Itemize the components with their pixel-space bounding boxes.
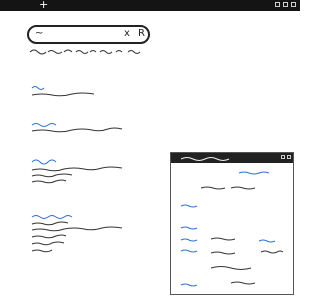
result-1-title <box>31 86 45 90</box>
minimize-icon[interactable] <box>281 155 285 159</box>
panel-sketch <box>180 157 284 287</box>
result-3-title <box>31 159 57 165</box>
microphone-icon[interactable]: R <box>138 28 145 39</box>
nav-tabs-row <box>29 49 141 55</box>
knowledge-panel-titlebar <box>171 153 293 163</box>
result-2-snippet <box>31 127 123 133</box>
browser-tab-bar: + <box>0 0 300 11</box>
close-icon[interactable] <box>287 155 291 159</box>
new-tab-button[interactable]: + <box>39 0 48 11</box>
knowledge-panel <box>170 152 294 295</box>
result-4-title <box>31 215 73 219</box>
close-icon[interactable] <box>291 2 296 7</box>
search-box[interactable]: ~ x R <box>27 25 150 44</box>
minimize-icon[interactable] <box>275 2 280 7</box>
clear-search-button[interactable]: x <box>124 28 130 39</box>
result-2-title <box>31 123 57 127</box>
result-1-snippet <box>31 92 95 97</box>
search-input[interactable]: ~ <box>35 28 43 39</box>
maximize-icon[interactable] <box>283 2 288 7</box>
